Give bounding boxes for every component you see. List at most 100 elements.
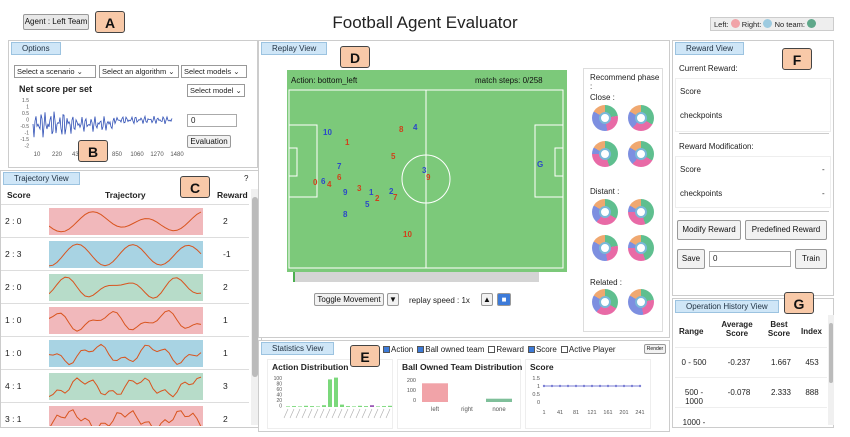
models-select[interactable]: Select models ⌄ bbox=[181, 65, 247, 78]
reward-tab[interactable]: Reward View bbox=[675, 42, 744, 55]
player-blue: 4 bbox=[413, 123, 418, 132]
trajectory-strip[interactable] bbox=[49, 241, 203, 268]
trajectory-row[interactable]: 2 : 0 2 bbox=[1, 270, 249, 303]
trajectory-row[interactable]: 2 : 3 -1 bbox=[1, 237, 249, 270]
stat-check-reward[interactable]: Reward bbox=[488, 345, 524, 354]
trajectory-strip[interactable] bbox=[49, 406, 203, 426]
players-layer: 10 1 8 4 5 7 3 9 0 6 4 6 3 9 1 2 7 2 5 8 10 bbox=[287, 70, 567, 272]
history-scrollbar[interactable] bbox=[828, 315, 834, 425]
recommend-panel: Recommend phase : Close : Distant : Rela… bbox=[583, 68, 663, 332]
checkbox-icon[interactable] bbox=[383, 346, 390, 353]
phase-donut[interactable] bbox=[628, 235, 654, 261]
modify-reward-item[interactable]: checkpoints bbox=[680, 189, 722, 198]
phase-donut[interactable] bbox=[628, 105, 654, 131]
help-icon[interactable]: ? bbox=[244, 174, 248, 183]
trajectory-row[interactable]: 2 : 0 2 bbox=[1, 204, 249, 237]
related-label: Related : bbox=[590, 278, 623, 287]
svg-text:0.5: 0.5 bbox=[532, 392, 540, 398]
svg-text:1270: 1270 bbox=[150, 152, 164, 158]
svg-text:1: 1 bbox=[537, 384, 540, 390]
ball-chart-card: Ball Owned Team Distribution 200 100 0 left… bbox=[397, 359, 522, 429]
render-button[interactable]: Render bbox=[644, 344, 666, 354]
trajectory-list: 2 : 0 2 2 : 3 -1 2 : 0 2 1 : 0 1 1 : 0 1 4 : 1 3 3 :… bbox=[1, 204, 251, 426]
checkbox-icon[interactable] bbox=[488, 346, 496, 353]
trajectory-strip[interactable] bbox=[49, 208, 203, 235]
trajectory-row[interactable]: 4 : 1 3 bbox=[1, 369, 249, 402]
options-tab[interactable]: Options bbox=[11, 42, 61, 55]
svg-text:850: 850 bbox=[112, 152, 123, 158]
football-field: Action: bottom_left match steps: 0/258 1… bbox=[287, 70, 567, 272]
checkbox-icon[interactable] bbox=[560, 346, 568, 353]
toggle-movement-button[interactable]: Toggle Movement bbox=[314, 293, 384, 306]
svg-text:81: 81 bbox=[573, 410, 579, 416]
evaluation-button[interactable]: Evaluation bbox=[187, 135, 231, 148]
stat-check-ball-owned-team[interactable]: Ball owned team bbox=[417, 345, 484, 354]
history-row[interactable]: 500 - 1000 -0.078 2.333 888 bbox=[675, 377, 827, 407]
svg-text:-1: -1 bbox=[25, 131, 30, 137]
model-select[interactable]: Select model ⌄ bbox=[187, 84, 245, 97]
algorithm-select[interactable]: Select an algorithm ⌄ bbox=[99, 65, 179, 78]
save-input[interactable]: 0 bbox=[709, 251, 791, 267]
svg-text:0: 0 bbox=[413, 398, 416, 404]
scenario-select[interactable]: Select a scenario ⌄ bbox=[14, 65, 96, 78]
stat-check-active-player[interactable]: Active Player bbox=[560, 345, 616, 354]
trajectory-strip[interactable] bbox=[49, 340, 203, 367]
stat-check-action[interactable]: Action bbox=[383, 345, 413, 354]
row-reward: 3 bbox=[223, 381, 228, 391]
eval-input[interactable]: 0 bbox=[187, 114, 237, 127]
ball-chart: 200 100 0 left right none bbox=[407, 378, 512, 413]
replay-panel: Replay View Action: bottom_left match st… bbox=[258, 40, 670, 338]
statistics-tab[interactable]: Statistics View bbox=[261, 342, 335, 355]
phase-donut[interactable] bbox=[628, 289, 654, 315]
current-reward-item: Score bbox=[680, 87, 701, 96]
close-label: Close : bbox=[590, 93, 615, 102]
replay-progress[interactable] bbox=[293, 272, 539, 282]
callout-g: G bbox=[784, 292, 814, 314]
phase-donut[interactable] bbox=[592, 289, 618, 315]
checkbox-icon[interactable] bbox=[417, 346, 425, 353]
phase-donut[interactable] bbox=[592, 105, 618, 131]
stat-check-score[interactable]: Score bbox=[527, 345, 557, 354]
row-score: 2 : 0 bbox=[5, 216, 22, 226]
history-row[interactable]: 1000 - bbox=[675, 407, 827, 425]
phase-donut[interactable] bbox=[592, 235, 618, 261]
trajectory-row[interactable]: 3 : 1 2 bbox=[1, 402, 249, 426]
train-button[interactable]: Train bbox=[795, 249, 827, 269]
phase-donut[interactable] bbox=[592, 141, 618, 167]
speed-up-icon[interactable]: ▲ bbox=[481, 293, 493, 306]
history-row[interactable]: 0 - 500 -0.237 1.667 453 bbox=[675, 347, 827, 377]
trajectory-strip[interactable] bbox=[49, 307, 203, 334]
svg-text:left: left bbox=[431, 407, 439, 413]
phase-donut[interactable] bbox=[628, 199, 654, 225]
phase-donut[interactable] bbox=[628, 141, 654, 167]
player-blue: 5 bbox=[365, 200, 370, 209]
action-chart: 100806040200 bbox=[274, 376, 392, 419]
save-button[interactable]: Save bbox=[677, 249, 705, 269]
checkbox-icon[interactable] bbox=[527, 346, 535, 353]
trajectory-tab[interactable]: Trajectory View bbox=[3, 172, 80, 185]
trajectory-row[interactable]: 1 : 0 1 bbox=[1, 336, 249, 369]
agent-team-button[interactable]: Agent : Left Team bbox=[23, 14, 89, 30]
options-panel: Options Select a scenario ⌄ Select an al… bbox=[8, 40, 258, 168]
history-tab[interactable]: Operation History View bbox=[675, 300, 779, 313]
trajectory-strip[interactable] bbox=[49, 274, 203, 301]
play-icon[interactable]: ■ bbox=[497, 293, 511, 306]
predefined-reward-button[interactable]: Predefined Reward bbox=[745, 220, 827, 240]
recommend-title: Recommend phase : bbox=[590, 73, 660, 91]
toggle-dropdown-icon[interactable]: ▼ bbox=[387, 293, 399, 306]
action-chart-title: Action Distribution bbox=[272, 362, 349, 372]
modify-reward-button[interactable]: Modify Reward bbox=[677, 220, 741, 240]
trajectory-row[interactable]: 1 : 0 1 bbox=[1, 303, 249, 336]
row-score: 4 : 1 bbox=[5, 381, 22, 391]
svg-text:1: 1 bbox=[26, 105, 29, 111]
callout-d: D bbox=[340, 46, 370, 68]
replay-tab[interactable]: Replay View bbox=[261, 42, 328, 55]
net-score-chart-title: Net score per set bbox=[19, 84, 93, 94]
svg-text:1480: 1480 bbox=[170, 152, 184, 158]
modify-reward-item[interactable]: Score bbox=[680, 165, 701, 174]
phase-donut[interactable] bbox=[592, 199, 618, 225]
player-blue: 8 bbox=[343, 210, 348, 219]
player-blue: 1 bbox=[369, 188, 374, 197]
trajectory-strip[interactable] bbox=[49, 373, 203, 400]
modify-reward-box: Score - checkpoints - bbox=[675, 156, 831, 208]
